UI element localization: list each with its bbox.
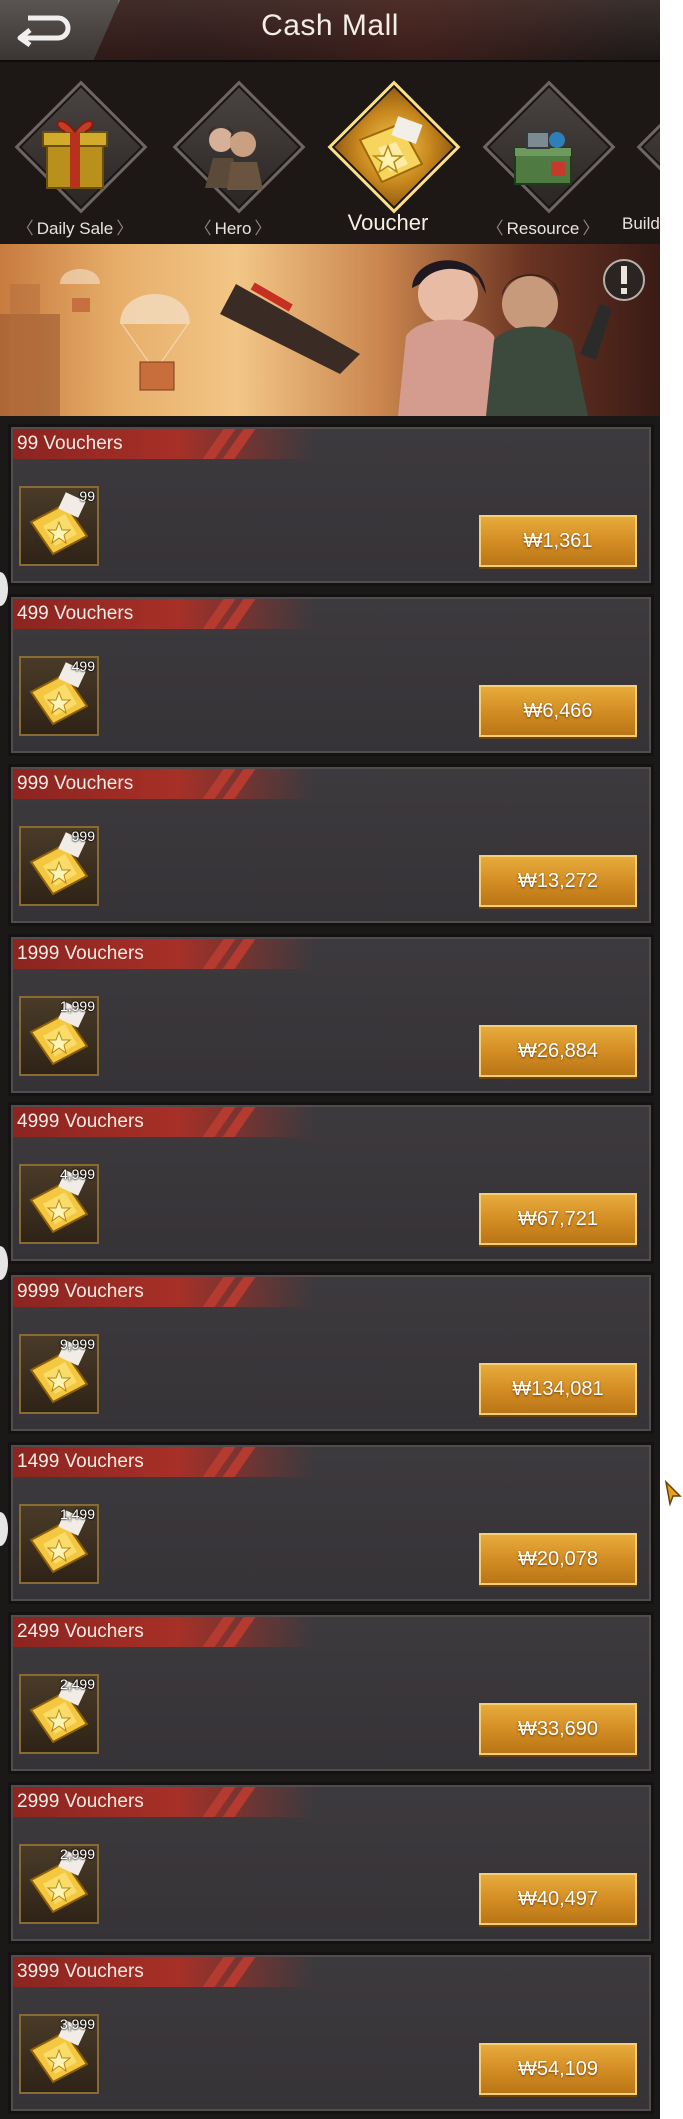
voucher-count: 2,499 <box>59 1676 95 1692</box>
card-title-bar: 99 Vouchers <box>13 429 313 459</box>
voucher-ticket-icon <box>358 116 424 184</box>
voucher-count: 99 <box>79 488 95 504</box>
pointer-cursor-icon <box>664 1480 682 1506</box>
tab-voucher[interactable]: Voucher <box>313 62 463 242</box>
voucher-title: 1999 Vouchers <box>17 943 144 964</box>
category-tabs: 〈 Daily Sale 〉 〈 Hero 〉 Voucher 〈 Resour… <box>0 62 660 242</box>
voucher-item-slot[interactable]: 9,999 <box>19 1334 99 1414</box>
card-title-bar: 1999 Vouchers <box>13 939 313 969</box>
bracket-left-icon: 〈 <box>486 219 504 238</box>
voucher-count: 499 <box>71 658 95 674</box>
voucher-item-slot[interactable]: 3,999 <box>19 2014 99 2094</box>
bracket-right-icon: 〉 <box>254 219 272 238</box>
voucher-title: 999 Vouchers <box>17 773 134 794</box>
voucher-card: 999 Vouchers 999 ₩13,272 <box>11 767 651 923</box>
voucher-item-slot[interactable]: 1,999 <box>19 996 99 1076</box>
cash-mall-screen: Cash Mall 〈 Daily Sale 〉 〈 Hero 〉 Vouche… <box>0 0 660 2119</box>
voucher-count: 2,999 <box>59 1846 95 1862</box>
voucher-item-slot[interactable]: 2,999 <box>19 1844 99 1924</box>
voucher-card: 9999 Vouchers 9,999 ₩134,081 <box>11 1275 651 1431</box>
tab-label: Daily Sale <box>36 219 114 238</box>
tab-label: Build & <box>622 214 660 233</box>
bracket-right-icon: 〉 <box>582 219 600 238</box>
buy-price-button[interactable]: ₩40,497 <box>479 1873 637 1925</box>
voucher-count: 3,999 <box>59 2016 95 2032</box>
voucher-title: 99 Vouchers <box>17 433 123 454</box>
voucher-card: 2999 Vouchers 2,999 ₩40,497 <box>11 1785 651 1941</box>
bracket-left-icon: 〈 <box>16 219 34 238</box>
hero-portrait-icon <box>205 126 263 190</box>
tab-label: Hero <box>214 219 252 238</box>
card-title-bar: 9999 Vouchers <box>13 1277 313 1307</box>
tab-label-wrap: 〈 Hero 〉 <box>158 214 308 239</box>
header-bar: Cash Mall <box>0 0 660 62</box>
tab-label-wrap: 〈 Daily Sale 〉 <box>0 214 150 239</box>
voucher-count: 1,999 <box>59 998 95 1014</box>
buy-price-button[interactable]: ₩20,078 <box>479 1533 637 1585</box>
voucher-item-slot[interactable]: 1,499 <box>19 1504 99 1584</box>
resource-crate-icon <box>514 131 572 185</box>
voucher-title: 1499 Vouchers <box>17 1451 144 1472</box>
buy-price-button[interactable]: ₩13,272 <box>479 855 637 907</box>
voucher-card: 99 Vouchers 99 ₩1,361 <box>11 427 651 583</box>
tab-label: Voucher <box>347 210 429 235</box>
voucher-count: 1,499 <box>59 1506 95 1522</box>
voucher-title: 3999 Vouchers <box>17 1961 144 1982</box>
voucher-title: 2499 Vouchers <box>17 1621 144 1642</box>
voucher-card: 4999 Vouchers 4,999 ₩67,721 <box>11 1105 651 1261</box>
voucher-card: 3999 Vouchers 3,999 ₩54,109 <box>11 1955 651 2111</box>
buy-price-button[interactable]: ₩33,690 <box>479 1703 637 1755</box>
voucher-item-slot[interactable]: 4,999 <box>19 1164 99 1244</box>
card-title-bar: 2999 Vouchers <box>13 1787 313 1817</box>
voucher-count: 4,999 <box>59 1166 95 1182</box>
card-title-bar: 1499 Vouchers <box>13 1447 313 1477</box>
buy-price-button[interactable]: ₩1,361 <box>479 515 637 567</box>
tab-build[interactable]: Build & <box>622 62 660 242</box>
card-title-bar: 4999 Vouchers <box>13 1107 313 1137</box>
banner-artwork <box>0 259 645 416</box>
buy-price-button[interactable]: ₩54,109 <box>479 2043 637 2095</box>
card-title-bar: 999 Vouchers <box>13 769 313 799</box>
buy-price-button[interactable]: ₩26,884 <box>479 1025 637 1077</box>
voucher-title: 4999 Vouchers <box>17 1111 144 1132</box>
scroll-handle[interactable] <box>0 1512 8 1546</box>
gift-box-icon <box>42 120 108 189</box>
voucher-card: 1499 Vouchers 1,499 ₩20,078 <box>11 1445 651 1601</box>
tab-label: Resource <box>506 219 580 238</box>
buy-price-button[interactable]: ₩6,466 <box>479 685 637 737</box>
voucher-card: 499 Vouchers 499 ₩6,466 <box>11 597 651 753</box>
voucher-card: 2499 Vouchers 2,499 ₩33,690 <box>11 1615 651 1771</box>
bracket-left-icon: 〈 <box>194 219 212 238</box>
page-title: Cash Mall <box>261 9 399 42</box>
voucher-item-slot[interactable]: 499 <box>19 656 99 736</box>
scroll-handle[interactable] <box>0 1246 8 1280</box>
buy-price-button[interactable]: ₩67,721 <box>479 1193 637 1245</box>
tab-hero[interactable]: 〈 Hero 〉 <box>158 62 308 242</box>
promo-banner <box>0 244 660 416</box>
card-title-bar: 499 Vouchers <box>13 599 313 629</box>
tab-daily-sale[interactable]: 〈 Daily Sale 〉 <box>0 62 150 242</box>
voucher-item-slot[interactable]: 99 <box>19 486 99 566</box>
bracket-right-icon: 〉 <box>116 219 134 238</box>
tab-label-wrap: 〈 Resource 〉 <box>468 214 618 239</box>
voucher-item-slot[interactable]: 2,499 <box>19 1674 99 1754</box>
voucher-count: 9,999 <box>59 1336 95 1352</box>
card-title-bar: 2499 Vouchers <box>13 1617 313 1647</box>
buy-price-button[interactable]: ₩134,081 <box>479 1363 637 1415</box>
card-title-bar: 3999 Vouchers <box>13 1957 313 1987</box>
voucher-title: 499 Vouchers <box>17 603 134 624</box>
voucher-card: 1999 Vouchers 1,999 ₩26,884 <box>11 937 651 1093</box>
voucher-item-slot[interactable]: 999 <box>19 826 99 906</box>
voucher-count: 999 <box>71 828 95 844</box>
scroll-handle[interactable] <box>0 572 8 606</box>
tab-resource[interactable]: 〈 Resource 〉 <box>468 62 618 242</box>
voucher-title: 9999 Vouchers <box>17 1281 144 1302</box>
voucher-title: 2999 Vouchers <box>17 1791 144 1812</box>
potion-flask-icon <box>647 102 660 202</box>
